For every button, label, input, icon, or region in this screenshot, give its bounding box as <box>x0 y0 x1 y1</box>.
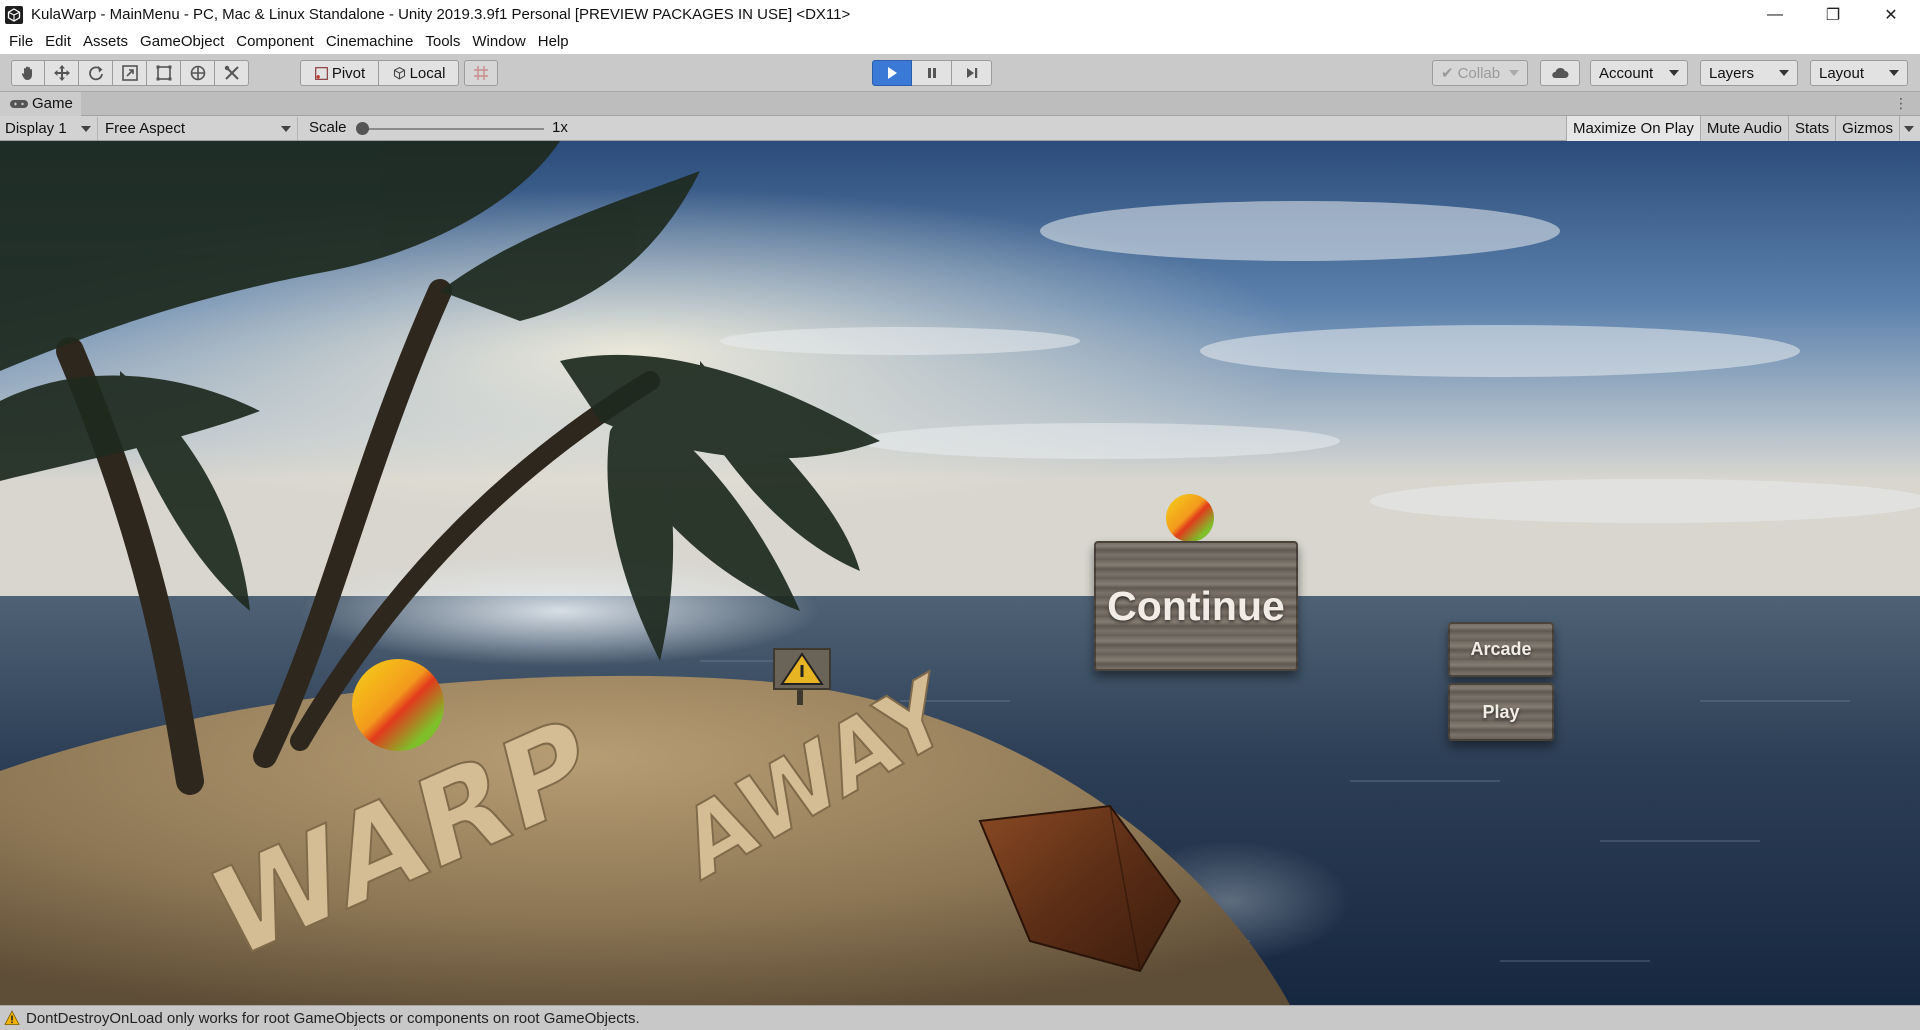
chevron-down-icon <box>1509 70 1519 76</box>
window-title: KulaWarp - MainMenu - PC, Mac & Linux St… <box>31 6 851 23</box>
menu-bar: File Edit Assets GameObject Component Ci… <box>0 29 1920 54</box>
transform-tool-button[interactable] <box>181 60 215 86</box>
playback-controls <box>872 60 992 86</box>
game-toolbar: Display 1 Free Aspect Scale 1x Maximize … <box>0 116 1920 141</box>
rect-icon <box>156 65 171 81</box>
play-button[interactable] <box>872 60 912 86</box>
scale-tool-button[interactable] <box>113 60 147 86</box>
custom-tool-icon <box>224 65 239 80</box>
pivot-icon <box>314 66 328 80</box>
grid-snap-button[interactable] <box>464 60 498 86</box>
game-scene: WARP AWAY <box>0 141 1920 1005</box>
cloud-button[interactable] <box>1540 60 1580 86</box>
scale-slider-thumb[interactable] <box>356 122 369 135</box>
warning-icon <box>4 1010 20 1025</box>
menu-window[interactable]: Window <box>466 33 531 50</box>
gizmos-toggle[interactable]: Gizmos <box>1835 116 1899 141</box>
title-bar: KulaWarp - MainMenu - PC, Mac & Linux St… <box>0 0 1920 29</box>
display-label: Display 1 <box>5 120 67 137</box>
grid-snap-icon <box>474 66 488 80</box>
pivot-label: Pivot <box>331 64 366 82</box>
unity-logo-icon <box>5 5 23 24</box>
rect-tool-button[interactable] <box>147 60 181 86</box>
menu-cinemachine[interactable]: Cinemachine <box>320 33 420 50</box>
move-tool-button[interactable] <box>45 60 79 86</box>
snap-group <box>464 60 498 86</box>
chevron-down-icon <box>81 126 91 132</box>
layers-label: Layers <box>1709 64 1755 82</box>
hand-icon <box>21 66 32 80</box>
menu-file[interactable]: File <box>3 33 39 50</box>
game-tab-bar: Game ⋮ <box>0 91 1920 116</box>
minimize-button[interactable]: — <box>1746 0 1804 29</box>
rotate-icon <box>88 66 103 81</box>
game-view[interactable]: WARP AWAY Continue Arcade Play <box>0 141 1920 1005</box>
menu-gameobject[interactable]: GameObject <box>134 33 230 50</box>
transform-icon <box>190 65 205 81</box>
scale-value: 1x <box>552 119 568 136</box>
layout-dropdown[interactable]: Layout <box>1810 60 1908 86</box>
window-controls: — ❐ ✕ <box>1746 0 1920 29</box>
game-view-options: Maximize On Play Mute Audio Stats Gizmos <box>1566 116 1920 141</box>
play-sign-button[interactable]: Play <box>1448 683 1554 741</box>
cube-icon <box>393 66 405 80</box>
maximize-on-play-toggle[interactable]: Maximize On Play <box>1566 116 1700 141</box>
menu-assets[interactable]: Assets <box>77 33 134 50</box>
panel-menu-icon[interactable]: ⋮ <box>1894 95 1908 112</box>
local-label: Local <box>409 64 446 82</box>
check-icon: ✔ <box>1441 65 1454 82</box>
custom-tool-button[interactable] <box>215 60 249 86</box>
scale-icon <box>121 65 138 81</box>
step-button[interactable] <box>952 60 992 86</box>
main-toolbar: Pivot Local ✔ Collab Account Layers Layo… <box>0 54 1920 92</box>
aspect-dropdown[interactable]: Free Aspect <box>100 117 298 140</box>
menu-edit[interactable]: Edit <box>39 33 77 50</box>
account-label: Account <box>1599 64 1654 82</box>
pivot-local-group: Pivot Local <box>300 60 459 86</box>
status-message: DontDestroyOnLoad only works for root Ga… <box>26 1009 640 1027</box>
scale-label: Scale <box>309 119 347 136</box>
move-icon <box>53 65 70 81</box>
status-bar[interactable]: DontDestroyOnLoad only works for root Ga… <box>0 1005 1920 1030</box>
chevron-down-icon <box>1779 70 1789 76</box>
mute-audio-toggle[interactable]: Mute Audio <box>1699 116 1788 141</box>
stats-toggle[interactable]: Stats <box>1787 116 1836 141</box>
chevron-down-icon <box>1904 125 1914 132</box>
scale-slider-track[interactable] <box>362 128 544 130</box>
restore-button[interactable]: ❐ <box>1804 0 1862 29</box>
tab-game[interactable]: Game <box>0 91 81 116</box>
continue-sign-button[interactable]: Continue <box>1094 541 1298 671</box>
chevron-down-icon <box>1669 70 1679 76</box>
account-dropdown[interactable]: Account <box>1590 60 1688 86</box>
chevron-down-icon <box>281 126 291 132</box>
gizmos-dropdown[interactable] <box>1899 116 1920 141</box>
rotate-tool-button[interactable] <box>79 60 113 86</box>
step-icon <box>966 68 977 78</box>
pause-icon <box>927 68 936 78</box>
aspect-label: Free Aspect <box>105 120 186 137</box>
arcade-sign-button[interactable]: Arcade <box>1448 622 1554 677</box>
gamepad-icon <box>10 99 28 108</box>
local-toggle[interactable]: Local <box>379 60 459 86</box>
pause-button[interactable] <box>912 60 952 86</box>
transform-tools <box>11 60 249 86</box>
collab-label: Collab <box>1457 64 1501 82</box>
layers-dropdown[interactable]: Layers <box>1700 60 1798 86</box>
menu-tools[interactable]: Tools <box>419 33 466 50</box>
cloud-icon <box>1552 67 1569 78</box>
chevron-down-icon <box>1889 70 1899 76</box>
menu-help[interactable]: Help <box>532 33 575 50</box>
pivot-toggle[interactable]: Pivot <box>300 60 379 86</box>
display-dropdown[interactable]: Display 1 <box>0 117 98 140</box>
tab-game-label: Game <box>32 95 73 112</box>
hand-tool-button[interactable] <box>11 60 45 86</box>
close-button[interactable]: ✕ <box>1862 0 1920 29</box>
collab-dropdown[interactable]: ✔ Collab <box>1432 60 1528 86</box>
layout-label: Layout <box>1819 64 1865 82</box>
play-icon <box>888 67 897 79</box>
menu-component[interactable]: Component <box>230 33 320 50</box>
